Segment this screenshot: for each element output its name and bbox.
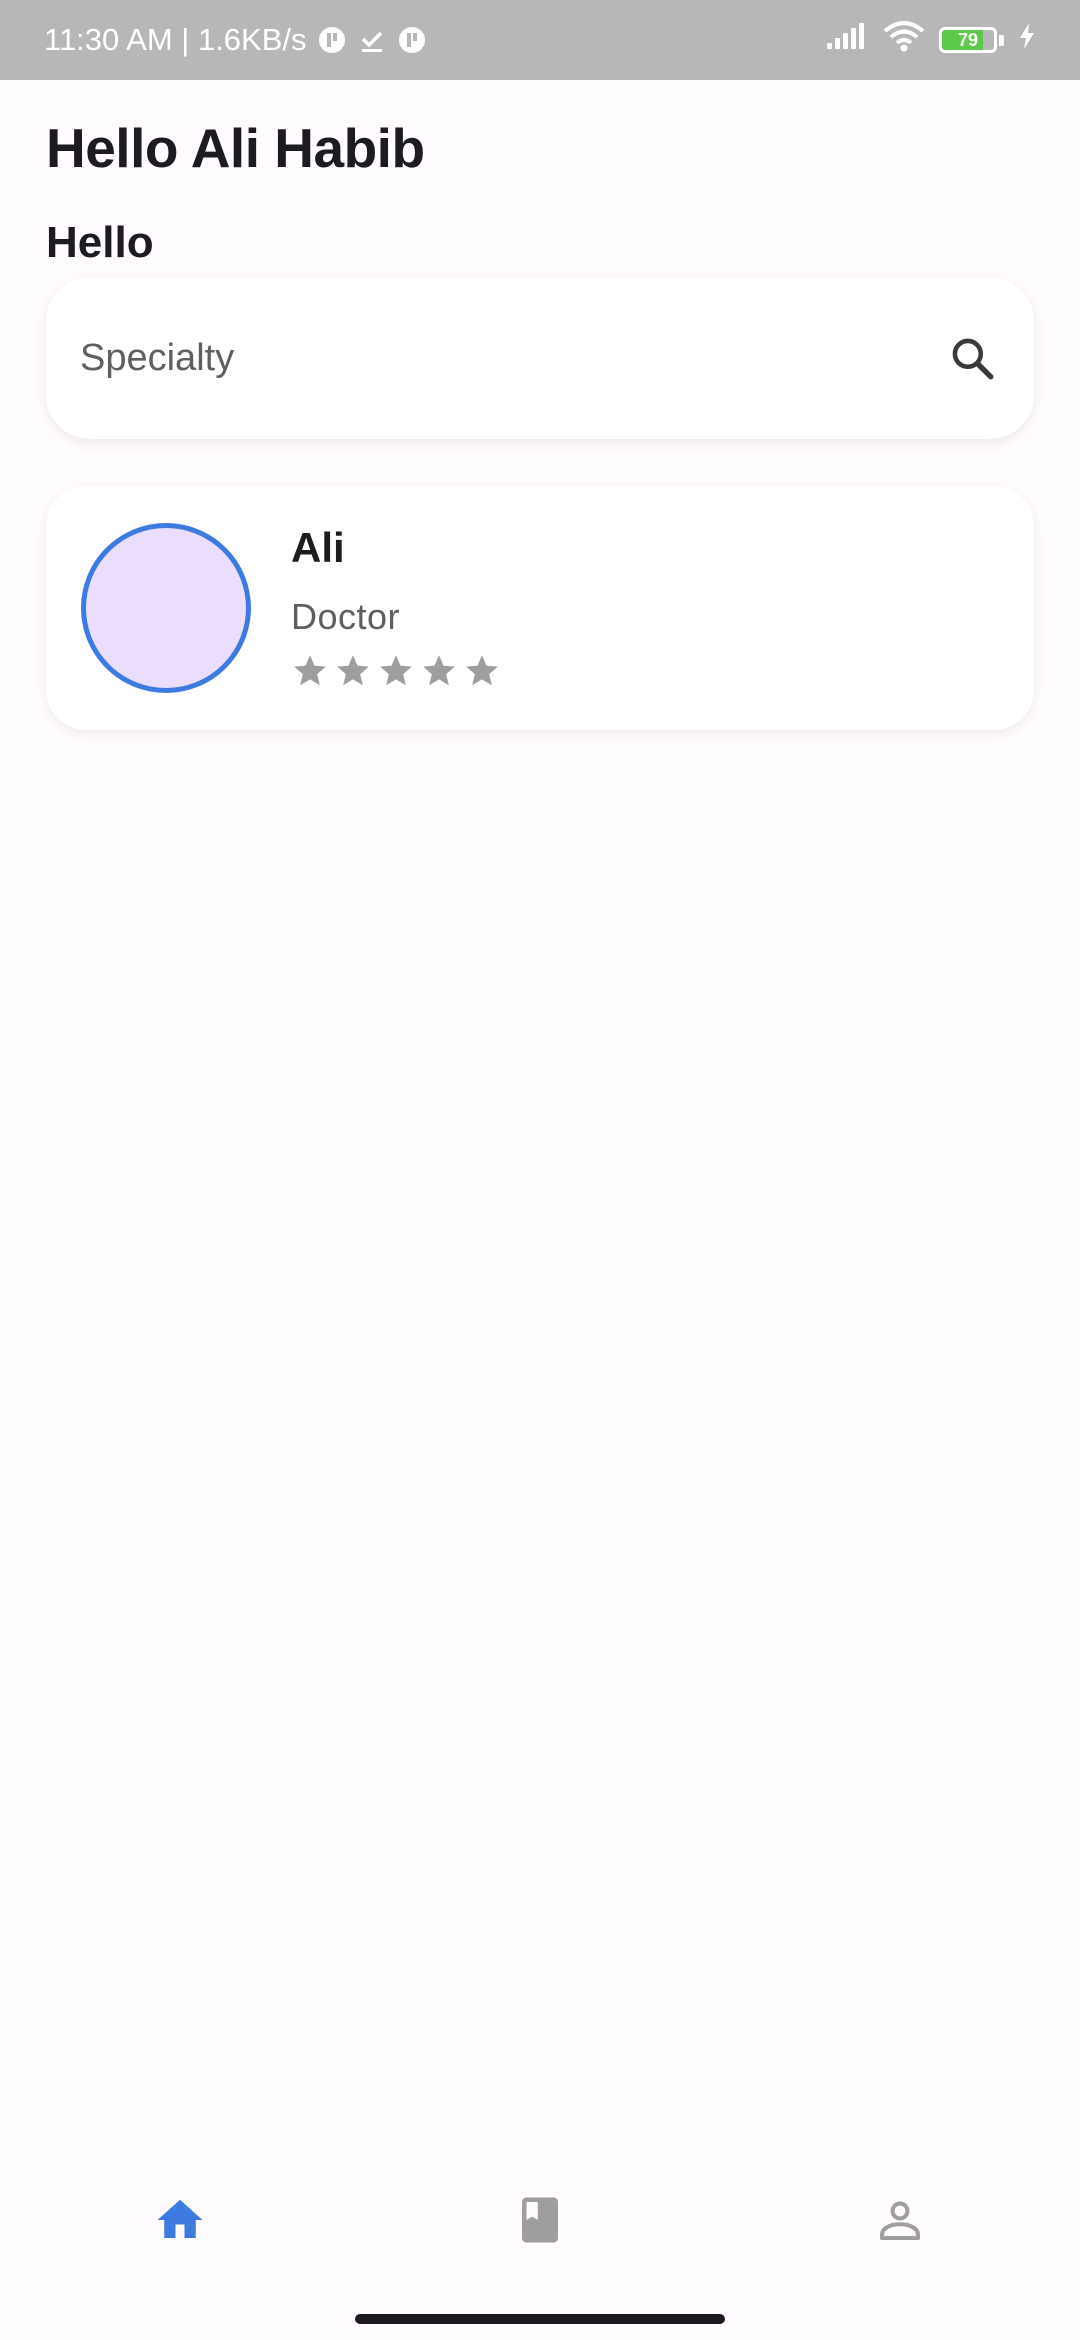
star-icon <box>294 655 326 686</box>
page-title: Hello Ali Habib <box>46 117 425 179</box>
home-indicator[interactable] <box>355 2314 725 2324</box>
search-bar[interactable] <box>46 276 1034 440</box>
charging-icon <box>1018 22 1036 58</box>
status-bar: 11:30 AM | 1.6KB/s 79 <box>0 0 1080 80</box>
signal-icon <box>825 21 869 59</box>
home-icon[interactable] <box>153 2193 207 2247</box>
doctor-name: Ali <box>291 524 345 571</box>
download-done-icon <box>357 25 387 55</box>
star-icon <box>337 655 369 686</box>
star-icon <box>423 655 455 686</box>
page-subtitle: Hello <box>46 218 154 267</box>
status-right: 79 <box>825 20 1036 60</box>
status-time: 11:30 AM | 1.6KB/s <box>44 22 307 57</box>
battery-icon: 79 <box>939 27 997 53</box>
nav-item-profile[interactable] <box>720 2160 1080 2280</box>
search-icon[interactable] <box>942 328 1002 388</box>
star-rating <box>291 652 501 690</box>
star-icon <box>466 655 498 686</box>
battery-nub <box>999 34 1004 46</box>
notification-app-icon <box>397 25 427 55</box>
search-input[interactable] <box>78 276 942 440</box>
battery-level: 79 <box>957 30 979 50</box>
profile-icon[interactable] <box>873 2193 927 2247</box>
book-icon[interactable] <box>513 2193 567 2247</box>
avatar <box>81 523 251 693</box>
nav-item-bookings[interactable] <box>360 2160 720 2280</box>
doctor-role: Doctor <box>291 596 401 637</box>
status-left: 11:30 AM | 1.6KB/s <box>44 22 427 58</box>
star-icon <box>380 655 412 686</box>
notification-app-icon <box>317 25 347 55</box>
wifi-icon <box>883 20 925 60</box>
doctor-card[interactable]: Ali Doctor <box>46 486 1034 730</box>
bottom-nav <box>0 2160 1080 2280</box>
nav-item-home[interactable] <box>0 2160 360 2280</box>
